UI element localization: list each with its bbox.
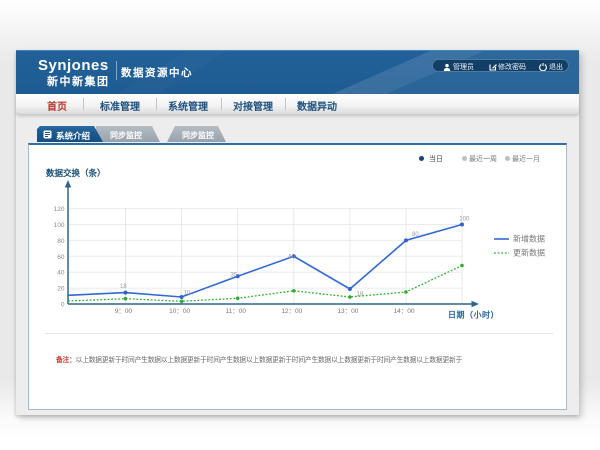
svg-text:10：00: 10：00 (169, 308, 190, 315)
svg-text:14：00: 14：00 (394, 308, 415, 315)
svg-text:60: 60 (289, 255, 296, 261)
svg-text:100: 100 (54, 222, 65, 229)
svg-text:100: 100 (459, 217, 470, 223)
svg-text:18: 18 (357, 292, 364, 298)
svg-text:20: 20 (57, 286, 65, 293)
svg-text:0: 0 (61, 302, 65, 309)
svg-text:80: 80 (57, 238, 65, 245)
svg-text:120: 120 (54, 206, 65, 213)
svg-text:35: 35 (231, 273, 238, 279)
svg-text:18: 18 (120, 284, 127, 290)
svg-text:40: 40 (57, 270, 65, 277)
svg-text:60: 60 (57, 254, 65, 261)
svg-text:80: 80 (412, 232, 419, 238)
svg-text:11：00: 11：00 (225, 308, 246, 315)
svg-text:新增数据: 新增数据 (513, 234, 545, 244)
svg-text:12：00: 12：00 (281, 308, 302, 315)
svg-text:10: 10 (184, 291, 191, 297)
svg-text:13：00: 13：00 (337, 308, 358, 315)
svg-text:日期（小时）: 日期（小时） (448, 310, 499, 320)
svg-text:更新数据: 更新数据 (513, 248, 545, 258)
svg-text:9：00: 9：00 (115, 308, 133, 315)
